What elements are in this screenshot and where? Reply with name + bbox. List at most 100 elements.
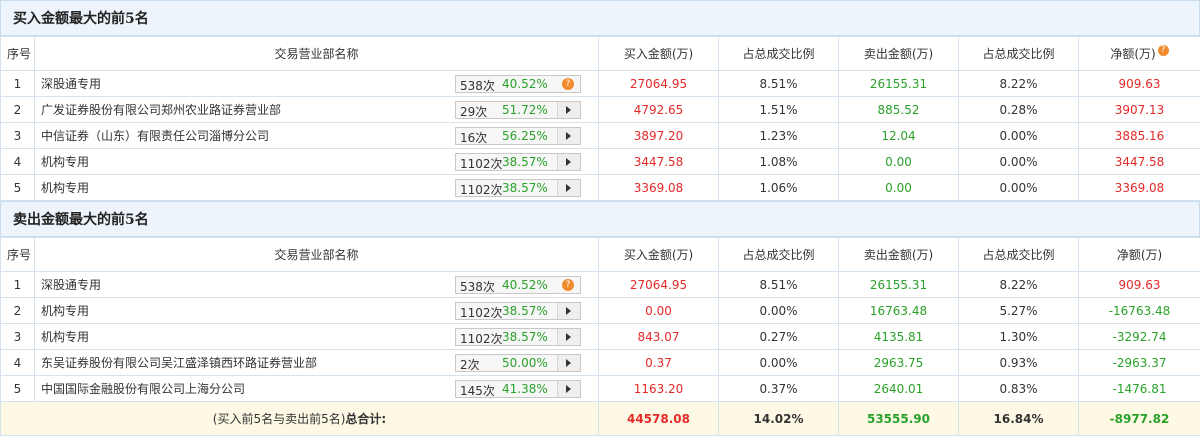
row-index: 3 [0, 323, 35, 350]
buy-amount: 3897.20 [598, 122, 719, 149]
broker-name[interactable]: 机构专用 [41, 330, 89, 344]
net-amount: 3447.58 [1078, 148, 1200, 175]
expand-arrow-icon[interactable] [557, 381, 580, 397]
buy-ratio: 8.51% [718, 70, 839, 97]
broker-name[interactable]: 机构专用 [41, 181, 89, 195]
sell-ratio: 0.28% [958, 96, 1079, 123]
buy-ratio: 1.08% [718, 148, 839, 175]
sell-table: 序号 交易营业部名称 买入金额(万) 占总成交比例 卖出金额(万) 占总成交比例… [0, 237, 1200, 436]
expand-arrow-icon[interactable] [557, 154, 580, 170]
broker-stats[interactable]: 1102次 38.57% [455, 302, 581, 320]
broker-rate: 40.52% [502, 77, 548, 91]
buy-ratio: 1.06% [718, 174, 839, 201]
col-sell-amount: 卖出金额(万) [838, 36, 959, 71]
broker-name[interactable]: 深股通专用 [41, 278, 101, 292]
sell-ratio: 0.00% [958, 122, 1079, 149]
table-row: 4 东吴证券股份有限公司吴江盛泽镇西环路证券营业部 2次 50.00% 0.37 0.00… [0, 349, 1200, 376]
broker-cell: 广发证券股份有限公司郑州农业路证券营业部 29次 51.72% [34, 96, 599, 123]
sell-amount: 26155.31 [838, 271, 959, 298]
total-row: (买入前5名与卖出前5名)总合计: 44578.08 14.02% 53555.… [0, 401, 1200, 436]
expand-arrow-icon[interactable] [557, 128, 580, 144]
buy-ratio: 0.37% [718, 375, 839, 402]
broker-count: 1102次 [460, 332, 503, 346]
broker-name[interactable]: 东吴证券股份有限公司吴江盛泽镇西环路证券营业部 [41, 356, 317, 370]
broker-stats[interactable]: 145次 41.38% [455, 380, 581, 398]
col-buy-amount: 买入金额(万) [598, 237, 719, 272]
total-sell-ratio: 16.84% [958, 401, 1079, 436]
broker-count: 2次 [460, 358, 480, 372]
question-icon[interactable]: ? [1157, 45, 1169, 56]
broker-name[interactable]: 机构专用 [41, 155, 89, 169]
col-index: 序号 [0, 36, 35, 71]
net-amount: -3292.74 [1078, 323, 1200, 350]
broker-rate: 38.57% [502, 155, 548, 169]
col-net: 净额(万)? [1078, 36, 1200, 71]
table-row: 1 深股通专用 538次 40.52%? 27064.95 8.51% 26155.31 8.… [0, 70, 1200, 97]
row-index: 2 [0, 297, 35, 324]
buy-amount: 4792.65 [598, 96, 719, 123]
col-buy-amount: 买入金额(万) [598, 36, 719, 71]
row-index: 4 [0, 349, 35, 376]
buy-table: 序号 交易营业部名称 买入金额(万) 占总成交比例 卖出金额(万) 占总成交比例… [0, 36, 1200, 201]
col-net: 净额(万) [1078, 237, 1200, 272]
sell-amount: 4135.81 [838, 323, 959, 350]
broker-name[interactable]: 中信证券（山东）有限责任公司淄博分公司 [41, 129, 269, 143]
net-amount: 909.63 [1078, 70, 1200, 97]
broker-stats[interactable]: 538次 40.52%? [455, 276, 581, 294]
question-icon[interactable]: ? [562, 279, 574, 291]
broker-stats[interactable]: 29次 51.72% [455, 101, 581, 119]
sell-amount: 16763.48 [838, 297, 959, 324]
broker-stats[interactable]: 1102次 38.57% [455, 153, 581, 171]
buy-amount: 1163.20 [598, 375, 719, 402]
broker-stats[interactable]: 2次 50.00% [455, 354, 581, 372]
table-row: 2 广发证券股份有限公司郑州农业路证券营业部 29次 51.72% 4792.65 1.5… [0, 96, 1200, 123]
question-icon[interactable]: ? [562, 78, 574, 90]
buy-section-title: 买入金额最大的前5名 [0, 0, 1200, 36]
broker-count: 1102次 [460, 157, 503, 171]
broker-cell: 中信证券（山东）有限责任公司淄博分公司 16次 56.25% [34, 122, 599, 149]
broker-name[interactable]: 机构专用 [41, 304, 89, 318]
col-sell-ratio: 占总成交比例 [958, 237, 1079, 272]
net-amount: -16763.48 [1078, 297, 1200, 324]
broker-cell: 深股通专用 538次 40.52%? [34, 70, 599, 97]
broker-stats[interactable]: 538次 40.52%? [455, 75, 581, 93]
broker-name[interactable]: 广发证券股份有限公司郑州农业路证券营业部 [41, 103, 281, 117]
expand-arrow-icon[interactable] [557, 355, 580, 371]
table-row: 1 深股通专用 538次 40.52%? 27064.95 8.51% 26155.31 8.… [0, 271, 1200, 298]
broker-count: 1102次 [460, 183, 503, 197]
buy-ratio: 1.51% [718, 96, 839, 123]
table-row: 5 中国国际金融股份有限公司上海分公司 145次 41.38% 1163.20 0.37%… [0, 375, 1200, 402]
lhb-tables: 买入金额最大的前5名 序号 交易营业部名称 买入金额(万) 占总成交比例 卖出金… [0, 0, 1200, 436]
broker-cell: 东吴证券股份有限公司吴江盛泽镇西环路证券营业部 2次 50.00% [34, 349, 599, 376]
broker-stats[interactable]: 16次 56.25% [455, 127, 581, 145]
expand-arrow-icon[interactable] [557, 303, 580, 319]
broker-cell: 机构专用 1102次 38.57% [34, 323, 599, 350]
broker-count: 1102次 [460, 306, 503, 320]
broker-rate: 38.57% [502, 304, 548, 318]
buy-amount: 0.37 [598, 349, 719, 376]
expand-arrow-icon[interactable] [557, 180, 580, 196]
expand-arrow-icon[interactable] [557, 102, 580, 118]
sell-ratio: 0.00% [958, 148, 1079, 175]
broker-name[interactable]: 深股通专用 [41, 77, 101, 91]
total-net: -8977.82 [1078, 401, 1200, 436]
buy-amount: 27064.95 [598, 70, 719, 97]
col-buy-ratio: 占总成交比例 [718, 36, 839, 71]
buy-amount: 3369.08 [598, 174, 719, 201]
table-row: 4 机构专用 1102次 38.57% 3447.58 1.08% 0.00 0.00% 344… [0, 148, 1200, 175]
broker-stats[interactable]: 1102次 38.57% [455, 179, 581, 197]
sell-amount: 26155.31 [838, 70, 959, 97]
net-amount: 3885.16 [1078, 122, 1200, 149]
broker-cell: 深股通专用 538次 40.52%? [34, 271, 599, 298]
buy-ratio: 0.00% [718, 297, 839, 324]
buy-amount: 27064.95 [598, 271, 719, 298]
broker-count: 538次 [460, 79, 495, 93]
broker-stats[interactable]: 1102次 38.57% [455, 328, 581, 346]
broker-name[interactable]: 中国国际金融股份有限公司上海分公司 [41, 382, 245, 396]
sell-ratio: 8.22% [958, 271, 1079, 298]
expand-arrow-icon[interactable] [557, 329, 580, 345]
buy-ratio: 0.00% [718, 349, 839, 376]
sell-ratio: 0.83% [958, 375, 1079, 402]
sell-ratio: 1.30% [958, 323, 1079, 350]
table-row: 2 机构专用 1102次 38.57% 0.00 0.00% 16763.48 5.27% -1… [0, 297, 1200, 324]
